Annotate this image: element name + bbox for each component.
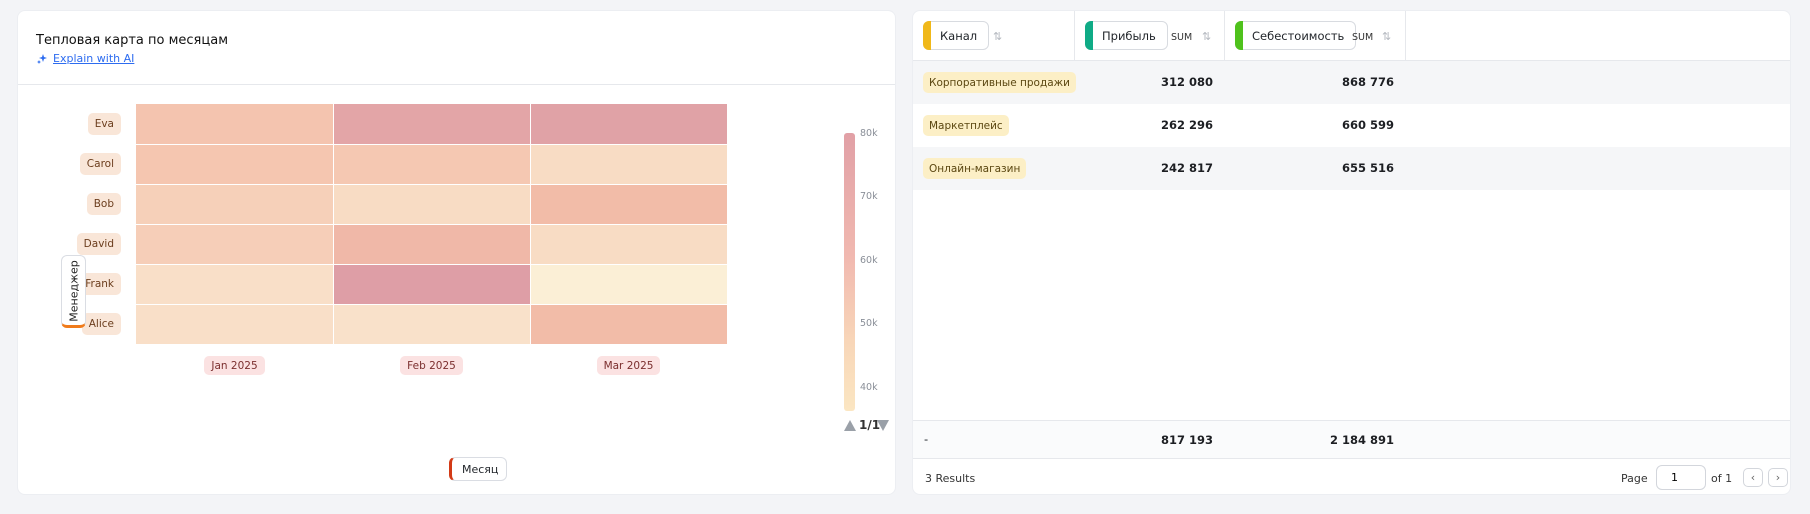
previous-page-button[interactable]: ‹ (1743, 468, 1763, 487)
heatmap-cell[interactable] (531, 305, 727, 344)
pivot-table-card: Канал ⇅ Прибыль SUM ⇅ Себестоимость SUM … (912, 10, 1791, 495)
profit-total: 817 193 (1160, 433, 1213, 447)
profit-cell: 262 296 (1160, 118, 1213, 132)
sparkle-icon (37, 53, 47, 64)
column-color-bar (1085, 21, 1093, 50)
channel-tag: Маркетплейс (923, 115, 1009, 136)
column-color-bar (923, 21, 931, 50)
legend-tick: 40k (860, 382, 878, 393)
results-count: 3 Results (925, 472, 976, 485)
legend-page-down-icon[interactable] (877, 420, 889, 431)
cost-cell: 655 516 (1341, 161, 1394, 175)
heatmap-cell[interactable] (531, 265, 727, 304)
table-row[interactable]: Корпоративные продажи 312 080 868 776 (913, 61, 1790, 104)
heatmap-cell[interactable] (334, 104, 530, 144)
column-pill-channel[interactable]: Канал (923, 21, 990, 50)
cost-cell: 868 776 (1341, 75, 1394, 89)
cost-total: 2 184 891 (1329, 433, 1394, 447)
totals-row: - 817 193 2 184 891 (913, 420, 1790, 458)
heatmap-cell[interactable] (334, 185, 530, 224)
y-axis-field-label: Менеджер (67, 259, 80, 322)
pagination-bar: 3 Results Page of 1 ‹ › (913, 458, 1790, 494)
legend-tick: 60k (860, 255, 878, 266)
x-axis-label: Mar 2025 (596, 356, 661, 375)
legend-tick: 70k (860, 191, 878, 202)
heatmap-card: Тепловая карта по месяцам Explain with A… (17, 10, 896, 495)
explain-with-ai-label: Explain with AI (53, 52, 135, 65)
legend-page-up-icon[interactable] (844, 420, 856, 431)
legend-tick: 50k (860, 318, 878, 329)
column-header-cost: Себестоимость SUM ⇅ (1225, 11, 1406, 61)
channel-tag: Корпоративные продажи (923, 72, 1076, 93)
x-axis-field-label: Месяц (462, 462, 499, 476)
heatmap-cell[interactable] (531, 145, 727, 184)
x-axis-field-pill[interactable]: Месяц (449, 457, 508, 481)
chevron-left-icon: ‹ (1750, 471, 1756, 484)
color-legend-bar (844, 133, 855, 411)
heatmap-cell[interactable] (531, 225, 727, 264)
chevron-right-icon: › (1775, 471, 1781, 484)
heatmap-cell[interactable] (136, 305, 333, 344)
heatmap-title: Тепловая карта по месяцам (36, 33, 229, 48)
heatmap-cell[interactable] (136, 145, 333, 184)
heatmap-cell[interactable] (136, 225, 333, 264)
heatmap-cell[interactable] (136, 185, 333, 224)
heatmap-cell[interactable] (334, 225, 530, 264)
heatmap-cell[interactable] (531, 185, 727, 224)
heatmap-cell[interactable] (136, 265, 333, 304)
heatmap-cell[interactable] (334, 305, 530, 344)
profit-cell: 312 080 (1160, 75, 1213, 89)
page-count-label: of 1 (1711, 472, 1733, 485)
x-axis-label: Feb 2025 (400, 356, 463, 375)
channel-tag: Онлайн-магазин (923, 158, 1027, 179)
heatmap-header: Тепловая карта по месяцам Explain with A… (18, 11, 895, 85)
heatmap-cell[interactable] (136, 104, 333, 144)
page-label: Page (1621, 472, 1648, 485)
y-axis-label: David (76, 233, 121, 255)
table-row[interactable]: Онлайн-магазин 242 817 655 516 (913, 147, 1790, 190)
aggregation-label: SUM (1352, 32, 1374, 43)
column-header-channel: Канал ⇅ (913, 11, 1075, 61)
column-label: Канал (940, 28, 978, 43)
y-axis-label: Eva (87, 113, 121, 135)
y-axis-label: Bob (86, 193, 121, 215)
column-label: Себестоимость (1252, 28, 1345, 43)
cost-cell: 660 599 (1341, 118, 1394, 132)
next-page-button[interactable]: › (1768, 468, 1788, 487)
sort-icon[interactable]: ⇅ (993, 30, 1002, 43)
page-number-input[interactable] (1656, 465, 1706, 490)
column-header-profit: Прибыль SUM ⇅ (1075, 11, 1225, 61)
x-axis-label: Jan 2025 (204, 356, 265, 375)
sort-icon[interactable]: ⇅ (1382, 30, 1391, 43)
column-pill-profit[interactable]: Прибыль (1085, 21, 1168, 50)
heatmap-cell[interactable] (334, 265, 530, 304)
column-pill-cost[interactable]: Себестоимость (1235, 21, 1357, 50)
heatmap-cell[interactable] (334, 145, 530, 184)
column-color-bar (1235, 21, 1243, 50)
column-label: Прибыль (1102, 28, 1156, 43)
y-axis-field-pill[interactable]: Менеджер (61, 255, 86, 328)
y-axis-label: Alice (81, 313, 121, 335)
legend-tick: 80k (860, 128, 878, 139)
sort-icon[interactable]: ⇅ (1202, 30, 1211, 43)
totals-label: - (924, 432, 929, 446)
table-header: Канал ⇅ Прибыль SUM ⇅ Себестоимость SUM … (913, 11, 1790, 61)
aggregation-label: SUM (1171, 32, 1193, 43)
profit-cell: 242 817 (1160, 161, 1213, 175)
table-row[interactable]: Маркетплейс 262 296 660 599 (913, 104, 1790, 147)
explain-with-ai-link[interactable]: Explain with AI (36, 52, 895, 65)
y-axis-label: Carol (79, 153, 121, 175)
heatmap-cell[interactable] (531, 104, 727, 144)
